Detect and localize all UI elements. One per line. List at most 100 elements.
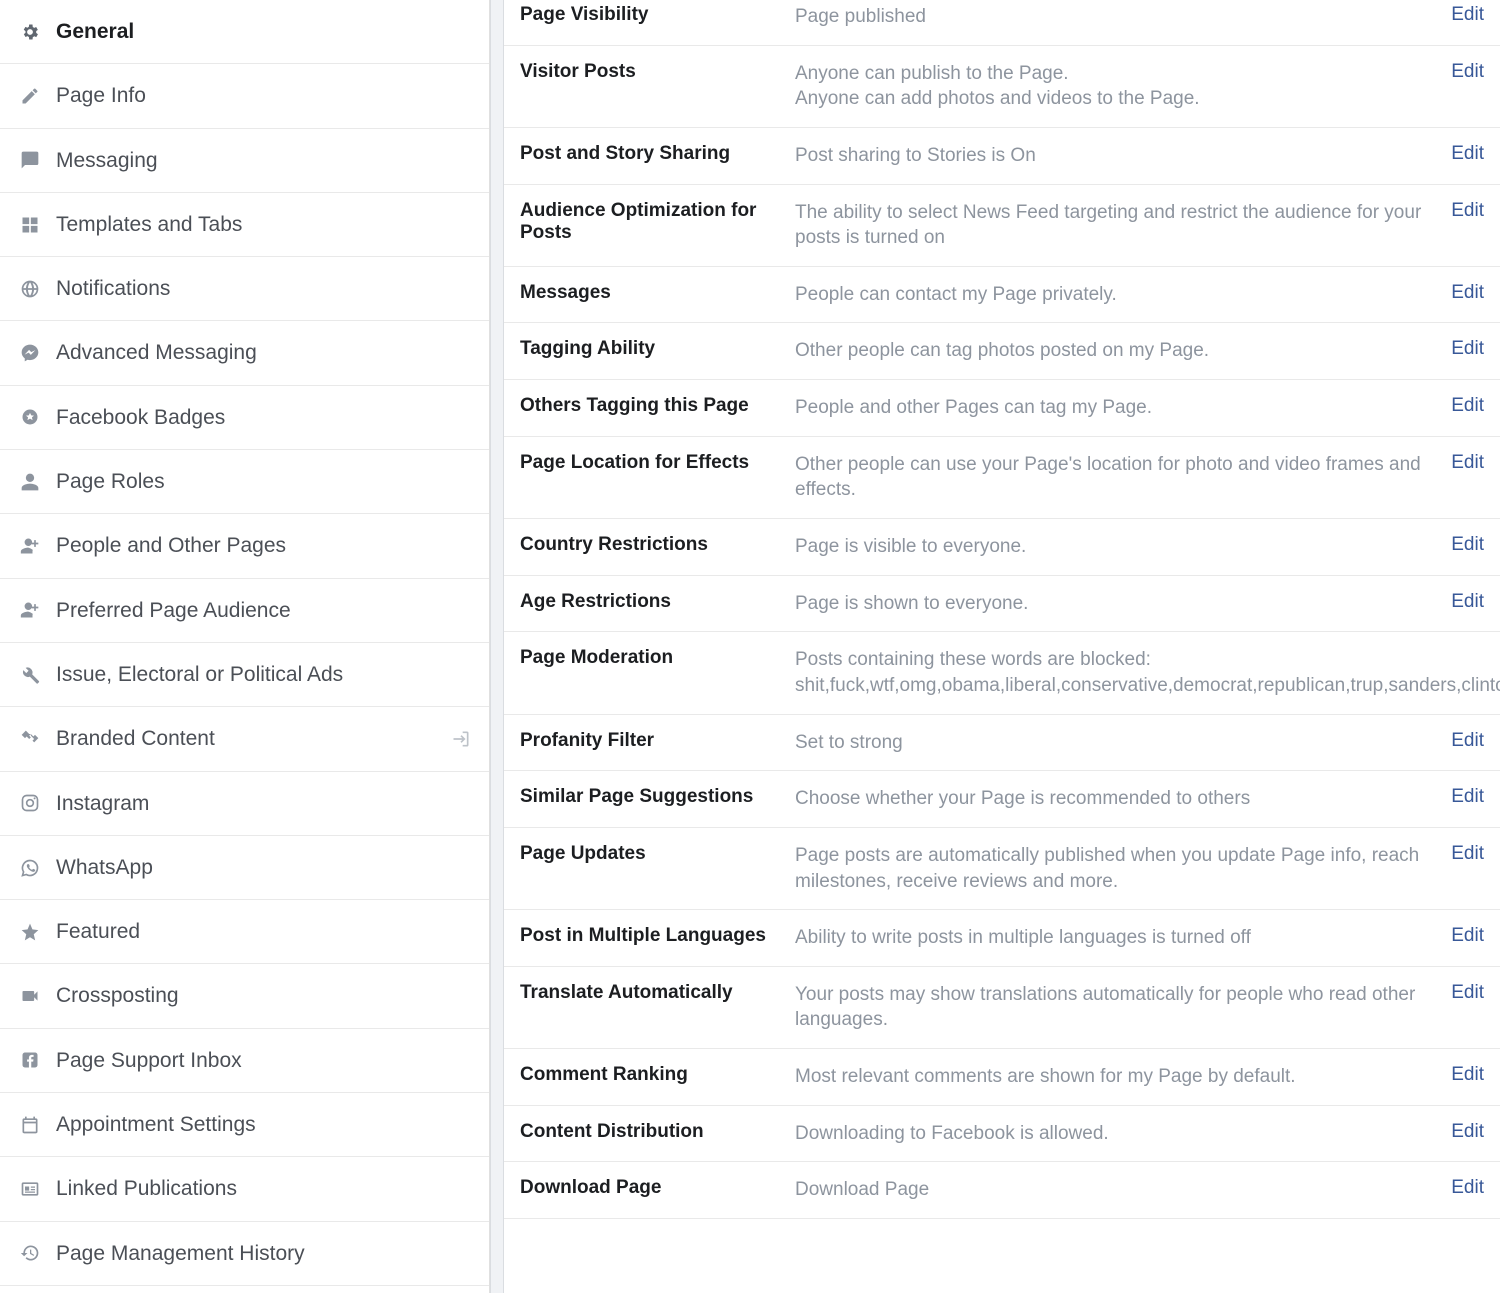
sidebar-item-page-roles[interactable]: Page Roles [0, 450, 489, 514]
setting-description: Download Page [795, 1177, 1451, 1203]
setting-label: Others Tagging this Page [520, 395, 795, 417]
sidebar-item-page-info[interactable]: Page Info [0, 64, 489, 128]
setting-row: Page VisibilityPage publishedEdit [504, 0, 1500, 46]
setting-description: Post sharing to Stories is On [795, 143, 1451, 169]
setting-row: Country RestrictionsPage is visible to e… [504, 519, 1500, 576]
edit-link[interactable]: Edit [1451, 534, 1484, 556]
setting-description: Other people can use your Page's locatio… [795, 452, 1451, 503]
sidebar-item-linked-publications[interactable]: Linked Publications [0, 1157, 489, 1221]
sidebar-item-featured[interactable]: Featured [0, 900, 489, 964]
setting-label: Download Page [520, 1177, 795, 1199]
sidebar-item-page-management-history[interactable]: Page Management History [0, 1222, 489, 1286]
setting-row: Similar Page SuggestionsChoose whether y… [504, 771, 1500, 828]
badge-icon [18, 405, 42, 429]
edit-link[interactable]: Edit [1451, 786, 1484, 808]
sidebar-item-label: Linked Publications [56, 1175, 237, 1202]
setting-description: Page is visible to everyone. [795, 534, 1451, 560]
setting-label: Profanity Filter [520, 730, 795, 752]
sidebar-item-instagram[interactable]: Instagram [0, 772, 489, 836]
setting-label: Messages [520, 282, 795, 304]
setting-description: Set to strong [795, 730, 1451, 756]
setting-row: Others Tagging this PagePeople and other… [504, 380, 1500, 437]
edit-link[interactable]: Edit [1451, 61, 1484, 83]
edit-link[interactable]: Edit [1451, 591, 1484, 613]
setting-label: Comment Ranking [520, 1064, 795, 1086]
fb-icon [18, 1048, 42, 1072]
sidebar-item-advanced-messaging[interactable]: Advanced Messaging [0, 321, 489, 385]
setting-label: Similar Page Suggestions [520, 786, 795, 808]
setting-label: Country Restrictions [520, 534, 795, 556]
setting-row: Visitor PostsAnyone can publish to the P… [504, 46, 1500, 128]
edit-link[interactable]: Edit [1451, 282, 1484, 304]
edit-link[interactable]: Edit [1451, 1064, 1484, 1086]
setting-row: Page Location for EffectsOther people ca… [504, 437, 1500, 519]
sidebar-item-page-support-inbox[interactable]: Page Support Inbox [0, 1029, 489, 1093]
edit-link[interactable]: Edit [1451, 843, 1484, 865]
setting-label: Tagging Ability [520, 338, 795, 360]
edit-link[interactable]: Edit [1451, 395, 1484, 417]
sidebar-item-label: Page Support Inbox [56, 1047, 242, 1074]
gear-icon [18, 20, 42, 44]
edit-link[interactable]: Edit [1451, 143, 1484, 165]
edit-link[interactable]: Edit [1451, 200, 1484, 222]
sidebar-item-appointment-settings[interactable]: Appointment Settings [0, 1093, 489, 1157]
history-icon [18, 1241, 42, 1265]
setting-description: Other people can tag photos posted on my… [795, 338, 1451, 364]
setting-label: Page Location for Effects [520, 452, 795, 474]
setting-row: Content DistributionDownloading to Faceb… [504, 1106, 1500, 1163]
sidebar-item-label: WhatsApp [56, 854, 153, 881]
setting-description: People and other Pages can tag my Page. [795, 395, 1451, 421]
sidebar-item-issue-electoral-or-political-ads[interactable]: Issue, Electoral or Political Ads [0, 643, 489, 707]
edit-link[interactable]: Edit [1451, 338, 1484, 360]
edit-link[interactable]: Edit [1451, 1177, 1484, 1199]
exit-icon [451, 729, 471, 749]
instagram-icon [18, 791, 42, 815]
camera-icon [18, 984, 42, 1008]
setting-row: Page UpdatesPage posts are automatically… [504, 828, 1500, 910]
edit-link[interactable]: Edit [1451, 1121, 1484, 1143]
setting-description: Downloading to Facebook is allowed. [795, 1121, 1451, 1147]
setting-row: Page ModerationPosts containing these wo… [504, 632, 1500, 714]
sidebar-item-branded-content[interactable]: Branded Content [0, 707, 489, 771]
pencil-icon [18, 84, 42, 108]
settings-sidebar: GeneralPage InfoMessaging Templates and T… [0, 0, 490, 1293]
setting-label: Page Moderation [520, 647, 795, 669]
sidebar-item-label: Templates and Tabs [56, 211, 242, 238]
sidebar-item-notifications[interactable]: Notifications [0, 257, 489, 321]
sidebar-item-facebook-badges[interactable]: Facebook Badges [0, 386, 489, 450]
setting-description: Your posts may show translations automat… [795, 982, 1451, 1033]
sidebar-item-label: Preferred Page Audience [56, 597, 291, 624]
setting-label: Post in Multiple Languages [520, 925, 795, 947]
sidebar-item-general[interactable]: General [0, 0, 489, 64]
column-gap [490, 0, 504, 1293]
sidebar-item-crossposting[interactable]: Crossposting [0, 964, 489, 1028]
handshake-icon [18, 727, 42, 751]
sidebar-item-label: Featured [56, 918, 140, 945]
sidebar-item-preferred-page-audience[interactable]: Preferred Page Audience [0, 579, 489, 643]
edit-link[interactable]: Edit [1451, 982, 1484, 1004]
sidebar-item-whatsapp[interactable]: WhatsApp [0, 836, 489, 900]
setting-description: Most relevant comments are shown for my … [795, 1064, 1451, 1090]
sidebar-item-label: Instagram [56, 790, 149, 817]
wrench-icon [18, 663, 42, 687]
setting-description: The ability to select News Feed targetin… [795, 200, 1451, 251]
setting-description: Ability to write posts in multiple langu… [795, 925, 1451, 951]
edit-link[interactable]: Edit [1451, 925, 1484, 947]
sidebar-item-label: Page Roles [56, 468, 165, 495]
setting-row: Age RestrictionsPage is shown to everyon… [504, 576, 1500, 633]
edit-link[interactable]: Edit [1451, 730, 1484, 752]
globe-icon [18, 277, 42, 301]
sidebar-item-people-and-other-pages[interactable]: People and Other Pages [0, 514, 489, 578]
person-plus-icon [18, 534, 42, 558]
setting-row: MessagesPeople can contact my Page priva… [504, 267, 1500, 324]
sidebar-item-templates-and-tabs[interactable]: Templates and Tabs [0, 193, 489, 257]
setting-description: Posts containing these words are blocked… [795, 647, 1500, 698]
setting-description: Page is shown to everyone. [795, 591, 1451, 617]
setting-row: Download PageDownload PageEdit [504, 1162, 1500, 1219]
sidebar-item-label: Notifications [56, 275, 170, 302]
edit-link[interactable]: Edit [1451, 452, 1484, 474]
sidebar-item-label: People and Other Pages [56, 532, 286, 559]
edit-link[interactable]: Edit [1451, 4, 1484, 26]
whatsapp-icon [18, 856, 42, 880]
sidebar-item-messaging[interactable]: Messaging [0, 129, 489, 193]
